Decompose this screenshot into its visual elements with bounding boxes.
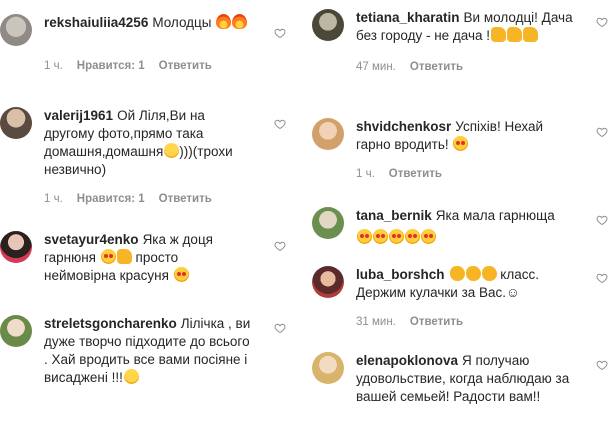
avatar[interactable]: [312, 266, 344, 298]
comment: shvidchenkosr Успіхів! Нехай гарно вродит…: [312, 118, 582, 180]
star-struck-emoji-icon: [100, 249, 116, 264]
like-heart-icon[interactable]: [274, 322, 286, 334]
comment: streletsgoncharenko Лілічка , ви дуже тво…: [0, 315, 270, 387]
likes-count[interactable]: Нравится: 1: [77, 193, 145, 205]
star-struck-emoji-icon: [453, 136, 469, 151]
comment-time[interactable]: 1 ч.: [44, 193, 63, 205]
comment-time[interactable]: 1 ч.: [356, 168, 375, 180]
like-heart-icon[interactable]: [274, 118, 286, 130]
like-heart-icon[interactable]: [274, 27, 286, 39]
smile-emoji-icon: [164, 143, 180, 158]
avatar[interactable]: [0, 231, 32, 263]
comment: tetiana_kharatin Ви молодці! Дача без гор…: [312, 9, 582, 73]
comment-username[interactable]: valerij1961: [44, 108, 113, 123]
thumbs-up-emoji-icon: [507, 27, 523, 42]
clap-emoji-icon: [465, 266, 481, 281]
comment-username[interactable]: rekshaiuliia4256: [44, 15, 148, 30]
wink-emoji-icon: [123, 369, 139, 384]
fire-emoji-icon: [232, 14, 248, 29]
comment-text: Молодцы: [152, 15, 212, 30]
comment-time[interactable]: 31 мин.: [356, 316, 396, 328]
avatar[interactable]: [0, 14, 32, 46]
comment-username[interactable]: shvidchenkosr: [356, 119, 451, 134]
thumbs-up-emoji-icon: [491, 27, 507, 42]
comment-time[interactable]: 1 ч.: [44, 60, 63, 72]
comment-username[interactable]: luba_borshch: [356, 267, 445, 282]
star-struck-emoji-icon: [421, 229, 436, 244]
reply-button[interactable]: Ответить: [159, 60, 212, 72]
reply-button[interactable]: Ответить: [389, 168, 442, 180]
star-struck-emoji-icon: [373, 229, 388, 244]
comment-username[interactable]: svetayur4enko: [44, 232, 139, 247]
avatar[interactable]: [0, 315, 32, 347]
like-heart-icon[interactable]: [596, 214, 608, 226]
like-heart-icon[interactable]: [596, 272, 608, 284]
like-heart-icon[interactable]: [596, 359, 608, 371]
star-struck-emoji-icon: [173, 267, 189, 282]
avatar[interactable]: [0, 107, 32, 139]
clap-emoji-icon: [481, 266, 497, 281]
star-struck-emoji-icon: [389, 229, 404, 244]
comment: svetayur4enko Яка ж доця гарнюня просто н…: [0, 231, 270, 285]
thumbs-up-emoji-icon: [523, 27, 539, 42]
comment-username[interactable]: streletsgoncharenko: [44, 316, 177, 331]
comment: valerij1961 Ой Ліля,Ви на другому фото,пр…: [0, 107, 270, 205]
avatar[interactable]: [312, 9, 344, 41]
reply-button[interactable]: Ответить: [410, 61, 463, 73]
comment-time[interactable]: 47 мин.: [356, 61, 396, 73]
like-heart-icon[interactable]: [596, 16, 608, 28]
likes-count[interactable]: Нравится: 1: [77, 60, 145, 72]
clap-emoji-icon: [449, 266, 465, 281]
reply-button[interactable]: Ответить: [410, 316, 463, 328]
avatar[interactable]: [312, 207, 344, 239]
avatar[interactable]: [312, 352, 344, 384]
thumbs-up-emoji-icon: [116, 249, 132, 264]
comment-text: Яка мала гарнюща: [435, 208, 555, 223]
comment-username[interactable]: elenapoklonova: [356, 353, 458, 368]
comment-username[interactable]: tetiana_kharatin: [356, 10, 460, 25]
comment: rekshaiuliia4256 Молодцы 1 ч. Нравится: 1…: [0, 14, 270, 72]
comment-username[interactable]: tana_bernik: [356, 208, 432, 223]
comment: elenapoklonova Я получаю удовольствие, ко…: [312, 352, 582, 406]
star-struck-emoji-icon: [405, 229, 420, 244]
comment: luba_borshch класс. Держим кулачки за Ва…: [312, 266, 582, 328]
like-heart-icon[interactable]: [274, 240, 286, 252]
avatar[interactable]: [312, 118, 344, 150]
comment: tana_bernik Яка мала гарнюща: [312, 207, 582, 247]
fire-emoji-icon: [216, 14, 232, 29]
star-struck-emoji-icon: [357, 229, 372, 244]
like-heart-icon[interactable]: [596, 126, 608, 138]
reply-button[interactable]: Ответить: [159, 193, 212, 205]
